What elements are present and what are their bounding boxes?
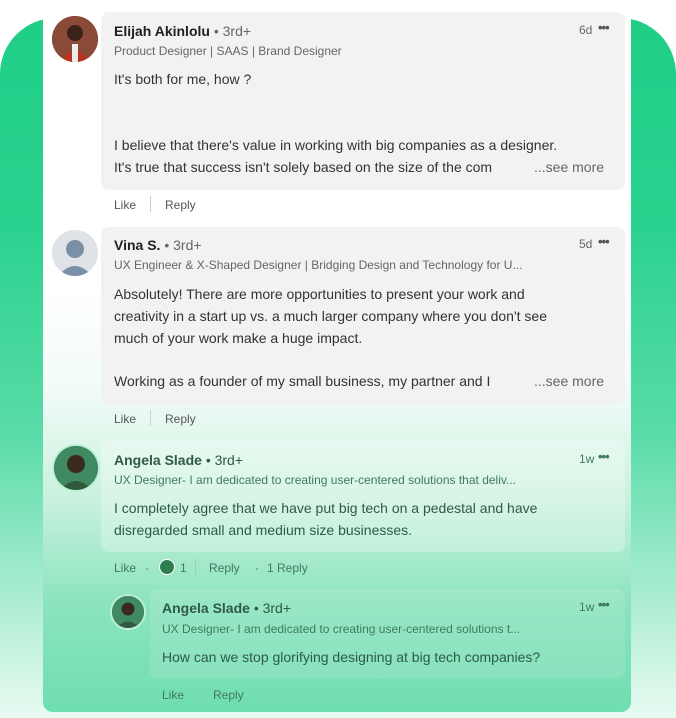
divider [150,196,151,212]
comment-time: 5d [579,237,593,251]
author-headline: Product Designer | SAAS | Brand Designer [114,44,342,58]
avatar[interactable] [110,594,146,630]
see-more-link[interactable]: ...see more [534,159,604,175]
dot-separator: · [145,561,149,575]
celebrate-reaction-icon[interactable] [159,559,175,575]
avatar[interactable] [52,16,98,62]
divider [195,559,196,575]
dot-separator: · [255,561,259,575]
comment-line: How can we stop glorifying designing at … [162,649,541,665]
like-button[interactable]: Like [162,688,184,702]
more-options-icon[interactable]: ••• [598,597,610,612]
comment-line: creativity in a start up vs. a much larg… [114,308,547,324]
comment-line: Absolutely! There are more opportunities… [114,286,525,302]
author-name[interactable]: Elijah Akinlolu • 3rd+ [114,23,251,39]
author-name[interactable]: Angela Slade • 3rd+ [162,600,291,616]
comment-line: It's true that success isn't solely base… [114,159,493,175]
more-options-icon[interactable]: ••• [598,449,610,464]
reply-button[interactable]: Reply [213,688,244,702]
like-button[interactable]: Like [114,412,136,426]
like-button[interactable]: Like [114,561,136,575]
replies-count-link[interactable]: 1 Reply [267,561,308,575]
comment-line: Working as a founder of my small busines… [114,373,491,389]
comment-line: disregarded small and medium size busine… [114,522,413,538]
comment-line: I completely agree that we have put big … [114,500,538,516]
avatar[interactable] [52,230,98,276]
more-options-icon[interactable]: ••• [598,234,610,249]
divider [198,686,199,702]
more-options-icon[interactable]: ••• [598,20,610,35]
comment-line: I believe that there's value in working … [114,137,558,153]
avatar[interactable] [52,444,100,492]
divider [150,410,151,426]
author-headline: UX Designer- I am dedicated to creating … [114,473,516,487]
reply-button[interactable]: Reply [165,412,196,426]
author-headline: UX Engineer & X-Shaped Designer | Bridgi… [114,258,523,272]
reaction-count[interactable]: 1 [180,561,187,575]
comment-time: 6d [579,23,593,37]
comment-line: It's both for me, how ? [114,71,252,87]
see-more-link[interactable]: ...see more [534,373,604,389]
author-headline: UX Designer- I am dedicated to creating … [162,622,521,636]
comment-time: 1w [579,600,595,614]
author-name[interactable]: Vina S. • 3rd+ [114,237,202,253]
comment-line: much of your work make a huge impact. [114,330,363,346]
reply-button[interactable]: Reply [165,198,196,212]
comment-time: 1w [579,452,595,466]
author-name[interactable]: Angela Slade • 3rd+ [114,452,243,468]
like-button[interactable]: Like [114,198,136,212]
reply-button[interactable]: Reply [209,561,240,575]
